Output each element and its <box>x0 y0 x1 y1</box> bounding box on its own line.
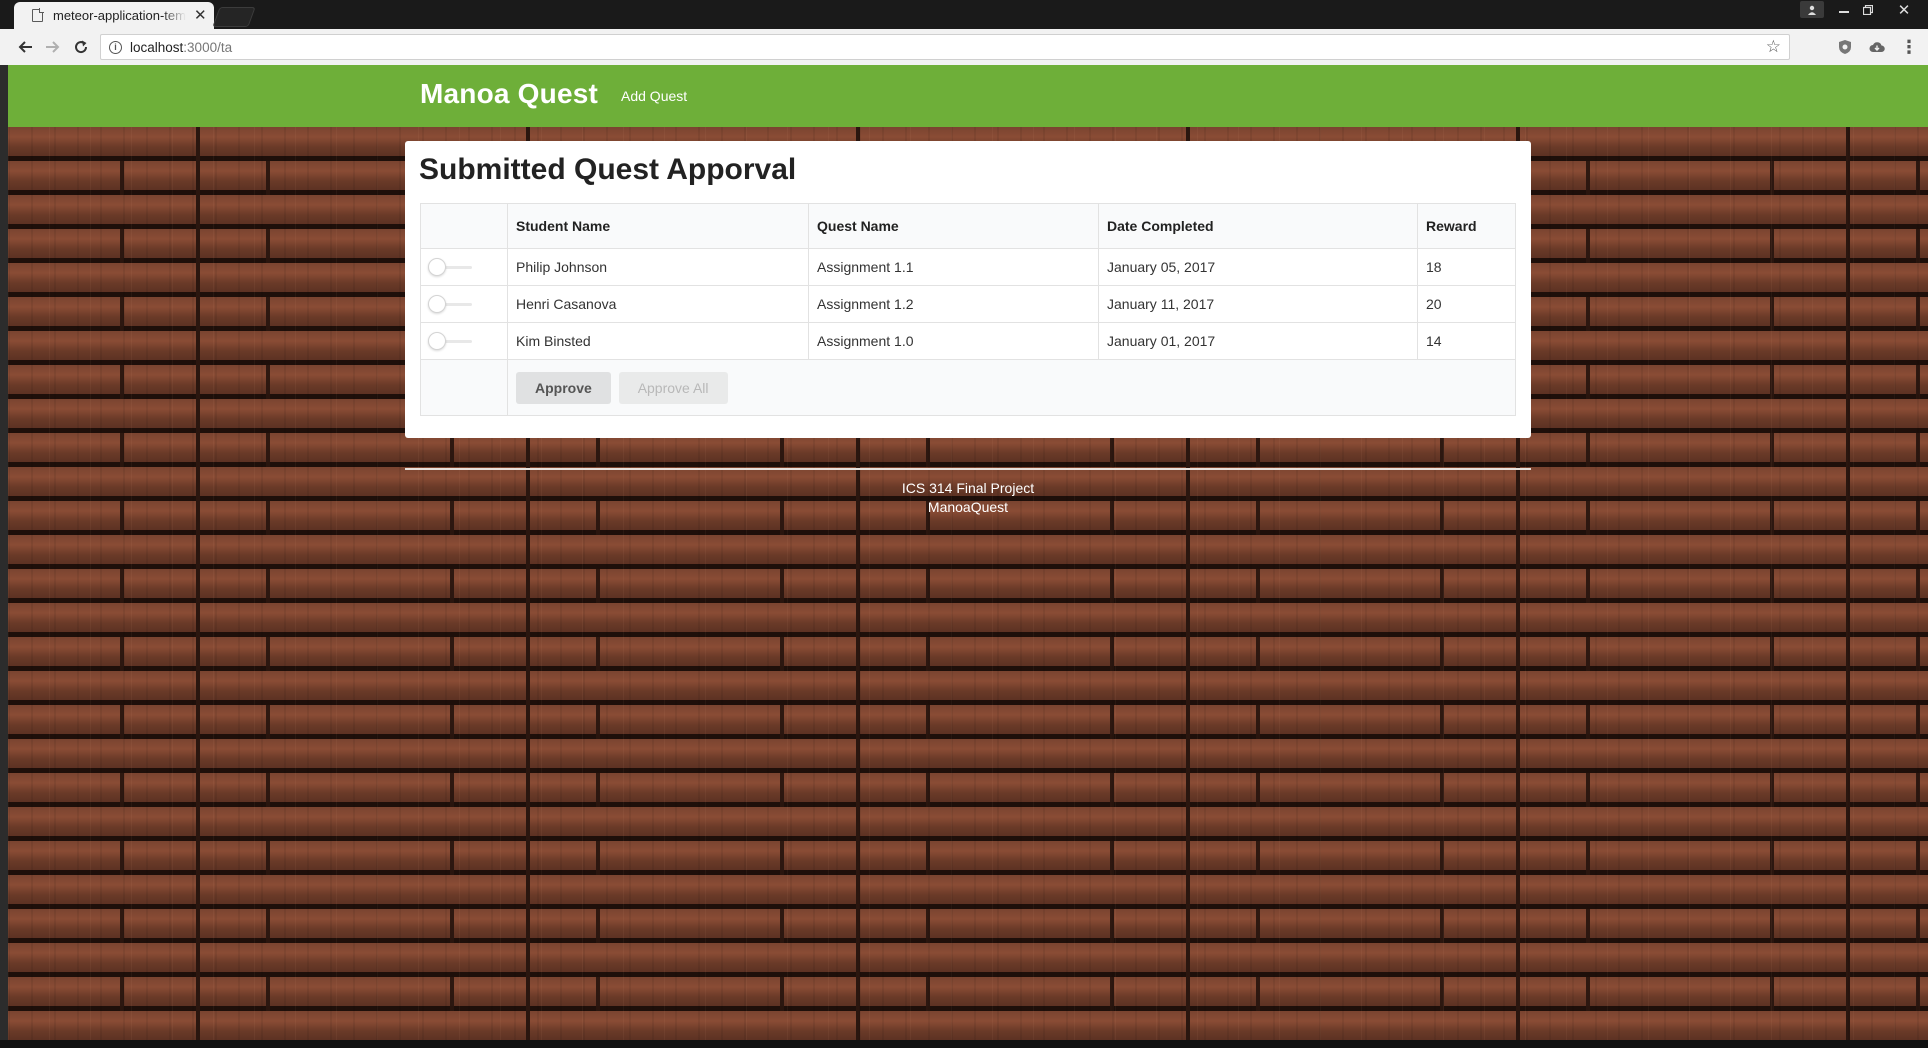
tab-title: meteor-application-template <box>53 8 186 23</box>
approve-all-button[interactable]: Approve All <box>618 371 728 404</box>
page-icon <box>32 8 44 22</box>
table-row: Henri Casanova Assignment 1.2 January 11… <box>420 285 1516 323</box>
tab-close-icon[interactable]: ✕ <box>194 8 207 23</box>
top-navbar: Manoa Quest Add Quest <box>8 65 1928 127</box>
bookmark-star-icon[interactable]: ☆ <box>1766 37 1781 57</box>
browser-tab-bar: meteor-application-template ✕ ✕ <box>0 0 1928 29</box>
url-text: localhost:3000/ta <box>130 39 233 55</box>
reward-cell: 18 <box>1417 248 1516 286</box>
table-row: Philip Johnson Assignment 1.1 January 05… <box>420 248 1516 286</box>
header-quest-name: Quest Name <box>808 203 1099 249</box>
approve-toggle[interactable] <box>428 258 474 276</box>
profile-icon[interactable] <box>1800 1 1824 18</box>
page-title: Submitted Quest Apporval <box>419 153 797 186</box>
page-footer: ICS 314 Final Project ManoaQuest <box>405 468 1531 517</box>
reward-cell: 14 <box>1417 322 1516 360</box>
left-edge <box>0 65 8 1048</box>
header-date-completed: Date Completed <box>1098 203 1418 249</box>
table-footer-row: Approve Approve All <box>420 359 1516 416</box>
student-name-cell: Kim Binsted <box>507 322 809 360</box>
header-reward: Reward <box>1417 203 1516 249</box>
drive-extension-icon[interactable] <box>1868 38 1886 56</box>
nav-add-quest[interactable]: Add Quest <box>621 88 687 104</box>
brand-link[interactable]: Manoa Quest <box>420 78 598 110</box>
approval-card: Submitted Quest Apporval Student Name Qu… <box>405 141 1531 438</box>
new-tab-button[interactable] <box>212 7 256 27</box>
browser-tab[interactable]: meteor-application-template ✕ <box>14 2 214 29</box>
close-window-icon[interactable]: ✕ <box>1890 0 1918 20</box>
date-completed-cell: January 01, 2017 <box>1098 322 1418 360</box>
quest-name-cell: Assignment 1.2 <box>808 285 1099 323</box>
quest-name-cell: Assignment 1.1 <box>808 248 1099 286</box>
address-bar[interactable]: i localhost:3000/ta ☆ <box>100 34 1790 60</box>
date-completed-cell: January 11, 2017 <box>1098 285 1418 323</box>
page-viewport: Manoa Quest Add Quest Submitted Quest Ap… <box>0 65 1928 1048</box>
reward-cell: 20 <box>1417 285 1516 323</box>
row-select-cell <box>420 285 508 323</box>
shield-extension-icon[interactable] <box>1836 38 1854 56</box>
submitted-quests-table: Student Name Quest Name Date Completed R… <box>420 203 1516 416</box>
restore-icon[interactable] <box>1856 0 1880 20</box>
footer-empty-cell <box>420 359 508 416</box>
student-name-cell: Philip Johnson <box>507 248 809 286</box>
table-header-row: Student Name Quest Name Date Completed R… <box>420 203 1516 249</box>
browser-toolbar: i localhost:3000/ta ☆ ⋮ <box>0 29 1928 65</box>
reload-icon[interactable] <box>69 35 93 59</box>
footer-actions: Approve Approve All <box>507 359 1516 416</box>
header-student-name: Student Name <box>507 203 809 249</box>
info-icon[interactable]: i <box>109 40 122 54</box>
date-completed-cell: January 05, 2017 <box>1098 248 1418 286</box>
minimize-icon[interactable] <box>1832 0 1856 20</box>
footer-app-name: ManoaQuest <box>927 499 1009 515</box>
footer-project-line: ICS 314 Final Project <box>901 480 1035 496</box>
row-select-cell <box>420 248 508 286</box>
approve-toggle[interactable] <box>428 295 474 313</box>
student-name-cell: Henri Casanova <box>507 285 809 323</box>
taskbar-strip <box>0 1040 1928 1048</box>
header-select <box>420 203 508 249</box>
approve-button[interactable]: Approve <box>516 371 611 404</box>
approve-toggle[interactable] <box>428 332 474 350</box>
browser-menu-icon[interactable]: ⋮ <box>1900 37 1918 57</box>
table-row: Kim Binsted Assignment 1.0 January 01, 2… <box>420 322 1516 360</box>
forward-arrow-icon[interactable] <box>41 35 65 59</box>
back-arrow-icon[interactable] <box>13 35 37 59</box>
quest-name-cell: Assignment 1.0 <box>808 322 1099 360</box>
row-select-cell <box>420 322 508 360</box>
